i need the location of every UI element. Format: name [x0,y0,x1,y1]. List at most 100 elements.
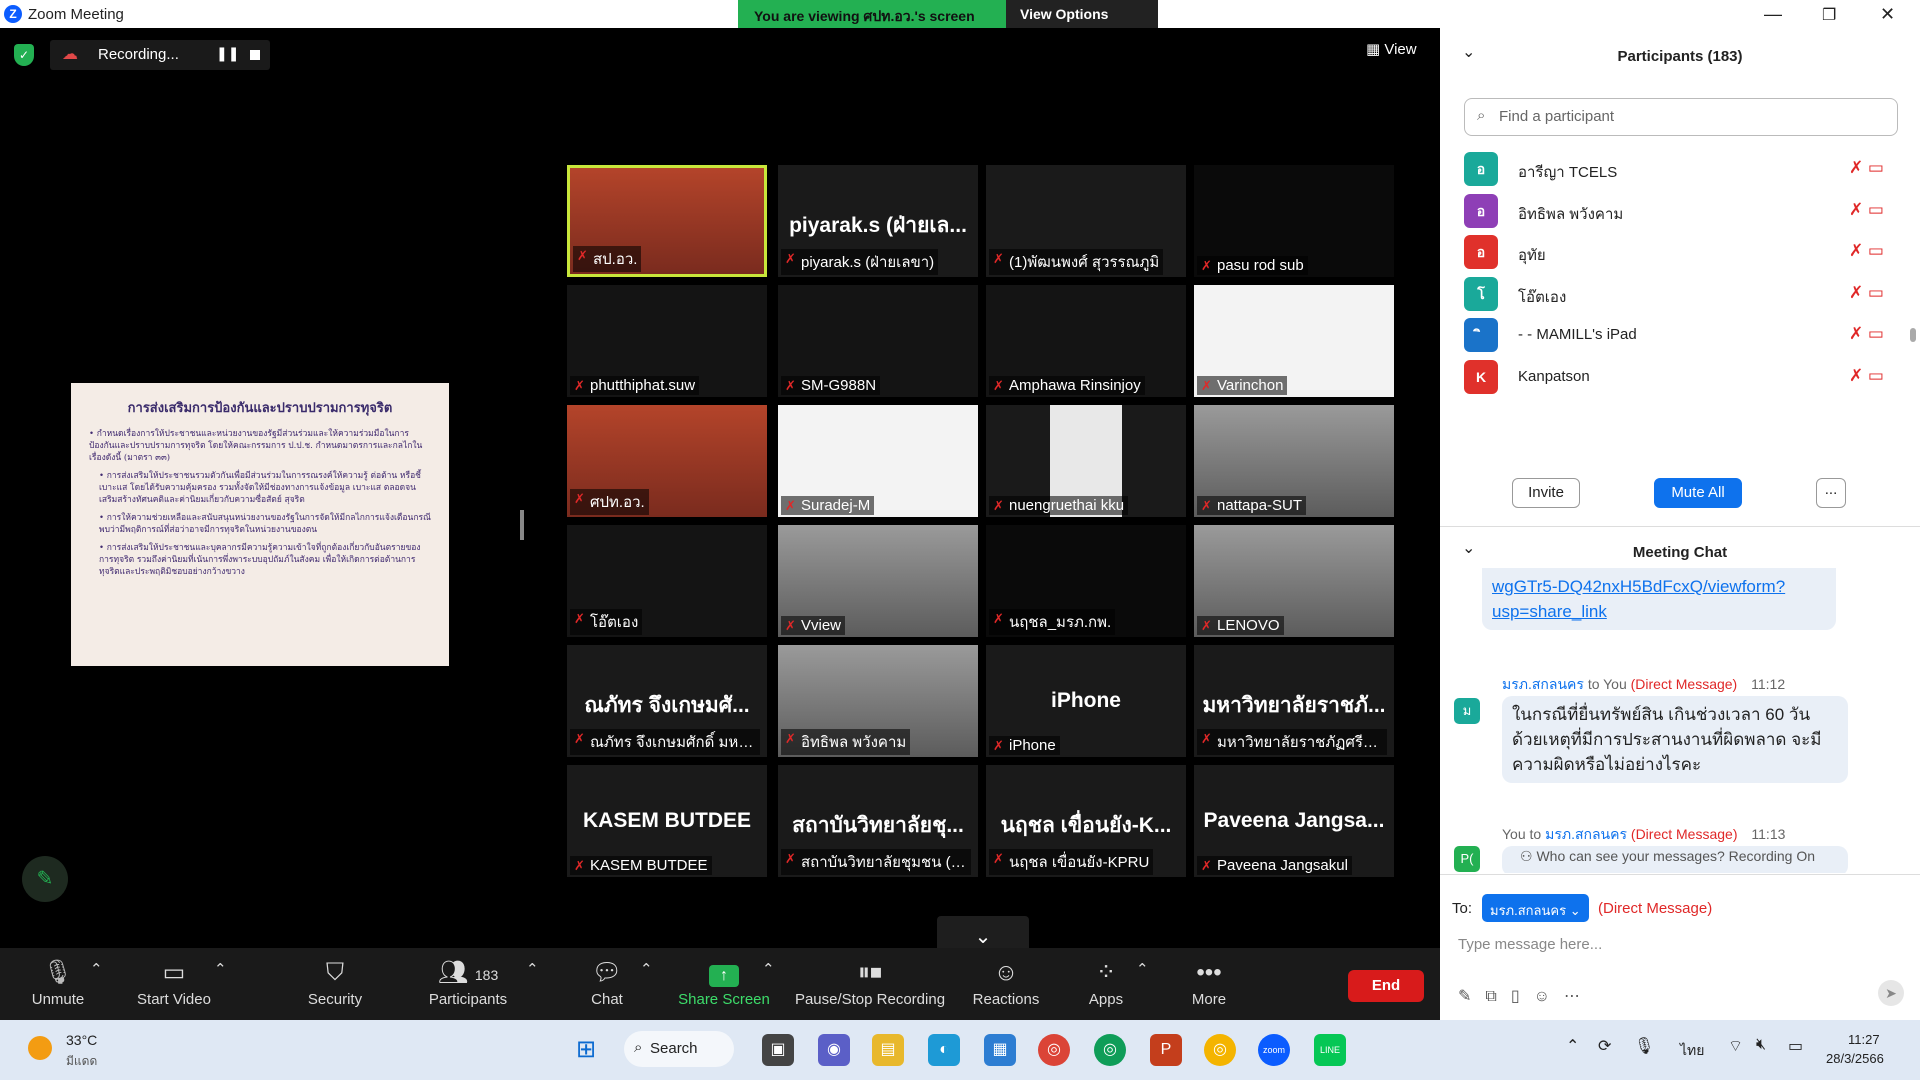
clock-date[interactable]: 28/3/2566 [1826,1051,1884,1066]
video-tile[interactable]: ✗ Vview [778,525,978,637]
video-tile[interactable]: ✗ Varinchon [1194,285,1394,397]
video-tile[interactable]: ✗ nattapa-SUT [1194,405,1394,517]
participant-row[interactable]: อ อิทธิพล พวังคาม ✗ ▭ [1464,192,1884,232]
participant-row[interactable]: อ อุทัย ✗ ▭ [1464,233,1884,273]
clock-time[interactable]: 11:27 [1848,1032,1880,1047]
video-tile[interactable]: iPhone ✗ iPhone [986,645,1186,757]
video-tile[interactable]: ณภัทร จึงเกษมศั... ✗ ณภัทร จึงเกษมศักดิ์ ม… [567,645,767,757]
more-button[interactable]: ••• More [1188,958,1230,1008]
restore-icon[interactable]: ❐ [1822,5,1836,25]
chat-link-line[interactable]: wgGTr5-DQ42nxH5BdFcxQ/viewform? [1492,574,1826,599]
video-tile[interactable]: ✗ (1)พัฒนพงศ์ สุวรรณภูมิ [986,165,1186,277]
encryption-shield-icon[interactable]: ✓ [14,44,34,66]
video-tile[interactable]: นฤชล เขื่อนยัง-K... ✗ นฤชล เขื่อนยัง-KPRU [986,765,1186,877]
taskbar-search[interactable]: ⌕ Search [624,1031,734,1067]
video-tile[interactable]: KASEM BUTDEE ✗ KASEM BUTDEE [567,765,767,877]
smiley-plus-icon: ☺ [993,959,1019,986]
input-language[interactable]: ไทย [1680,1040,1704,1062]
microphone-icon[interactable]: 🎙︎ [1634,1036,1654,1056]
zoom-taskbar-icon[interactable]: zoom [1258,1034,1290,1066]
close-icon[interactable]: ✕ [1880,4,1895,25]
pause-icon[interactable]: ❚❚ [216,45,239,62]
format-icon[interactable]: ✎ [1458,988,1485,1005]
video-tile[interactable]: ✗ LENOVO [1194,525,1394,637]
mute-all-button[interactable]: Mute All [1654,478,1742,508]
video-tile[interactable]: ✗ สป.อว. [567,165,767,277]
speaker-muted-icon[interactable]: 🔇︎ [1756,1036,1766,1054]
participant-row[interactable]: อ อารีญา TCELS ✗ ▭ [1464,150,1884,190]
unmute-button[interactable]: 🎙︎ Unmute [28,958,88,1008]
participant-search-input[interactable]: ⌕ Find a participant [1464,98,1898,136]
splitter-handle[interactable] [520,510,524,540]
participant-row[interactable]: โ โอ๊ตเอง ✗ ▭ [1464,275,1884,315]
tile-name-text: นฤชล เขื่อนยัง-KPRU [1009,854,1150,871]
video-tile[interactable]: ✗ SM-G988N [778,285,978,397]
msg2-recipient[interactable]: มรภ.สกลนคร [1545,826,1627,842]
task-view-icon[interactable]: ▣ [762,1034,794,1066]
participant-scrollbar[interactable] [1910,328,1916,342]
video-tile[interactable]: Paveena Jangsa... ✗ Paveena Jangsakul [1194,765,1394,877]
chrome-icon[interactable]: ◎ [1038,1034,1070,1066]
share-screen-button[interactable]: ↑ Share Screen [676,958,772,1008]
more-options-button[interactable]: ... [1816,478,1846,508]
stop-icon[interactable] [250,50,260,60]
powerpoint-icon[interactable]: P [1150,1034,1182,1066]
start-windows-icon[interactable]: ⊞ [576,1036,604,1064]
line-app-icon[interactable]: LINE [1314,1034,1346,1066]
video-tile[interactable]: ✗ nuengruethai kku [986,405,1186,517]
chrome-profile-icon[interactable]: ◎ [1094,1034,1126,1066]
weather-sun-icon[interactable] [28,1036,52,1060]
apps-button[interactable]: ⁘ Apps [1086,958,1126,1008]
apps-caret[interactable]: ⌃ [1136,960,1149,978]
privacy-notice[interactable]: ⚇ Who can see your messages? Recording O… [1520,848,1815,865]
chat-button[interactable]: 💬︎ Chat [582,958,632,1008]
share-caret[interactable]: ⌃ [762,960,775,978]
start-video-button[interactable]: ▭ Start Video [134,958,214,1008]
chat-link-line[interactable]: usp=share_link [1492,599,1826,624]
participant-row[interactable]: K Kanpatson ✗ ▭ [1464,358,1884,398]
sync-icon[interactable]: ⟳ [1598,1036,1611,1056]
battery-icon[interactable]: ▭ [1788,1036,1803,1056]
chrome-alt-icon[interactable]: ◎ [1204,1034,1236,1066]
video-tile[interactable]: ✗ อิทธิพล พวังคาม [778,645,978,757]
minimize-icon[interactable]: — [1764,4,1782,25]
file-icon[interactable]: ▯ [1511,988,1534,1005]
send-icon[interactable]: ➤ [1878,980,1904,1006]
msg1-sender[interactable]: มรภ.สกลนคร [1502,676,1584,692]
pause-recording-button[interactable]: ⏸︎⏹︎ Pause/Stop Recording [794,958,946,1008]
annotate-pencil-icon[interactable]: ✎ [22,856,68,902]
edge-icon[interactable]: ◐ [928,1034,960,1066]
emoji-icon[interactable]: ☺ [1534,988,1564,1005]
participant-row[interactable]: ิ - - MAMILL's iPad ✗ ▭ [1464,316,1884,356]
video-tile[interactable]: piyarak.s (ฝ่ายเล... ✗ piyarak.s (ฝ่ายเลขา… [778,165,978,277]
tray-chevron-up-icon[interactable]: ⌃ [1566,1036,1579,1056]
audio-options-caret[interactable]: ⌃ [90,960,103,978]
video-tile[interactable]: ✗ Amphawa Rinsinjoy [986,285,1186,397]
video-options-caret[interactable]: ⌃ [214,960,227,978]
video-tile[interactable]: ✗ นฤชล_มรภ.กพ. [986,525,1186,637]
participants-button[interactable]: 👥︎ 183 Participants [426,958,510,1008]
end-button[interactable]: End [1348,970,1424,1002]
wifi-icon[interactable]: ⌔ [1728,1036,1743,1056]
reactions-button[interactable]: ☺ Reactions [970,958,1042,1008]
video-tile[interactable]: ✗ โอ๊ตเอง [567,525,767,637]
chat-caret[interactable]: ⌃ [640,960,653,978]
video-tile[interactable]: ✗ Suradej-M [778,405,978,517]
video-tile[interactable]: ✗ phutthiphat.suw [567,285,767,397]
video-tile[interactable]: มหาวิทยาลัยราชภั... ✗ มหาวิทยาลัยราชภัฏศรี… [1194,645,1394,757]
file-explorer-icon[interactable]: ▤ [872,1034,904,1066]
view-options-button[interactable]: View Options ⌄ [1006,0,1158,38]
video-tile[interactable]: ✗ ศปท.อว. [567,405,767,517]
security-button[interactable]: ⛉ Security [302,958,368,1008]
video-tile[interactable]: สถาบันวิทยาลัยชุ... ✗ สถาบันวิทยาลัยชุมชน … [778,765,978,877]
view-button[interactable]: ▦ View [1366,40,1417,58]
participants-caret[interactable]: ⌃ [526,960,539,978]
teams-chat-icon[interactable]: ◉ [818,1034,850,1066]
chat-input[interactable]: Type message here... [1458,930,1898,960]
screenshot-icon[interactable]: ⧉ [1485,988,1510,1005]
store-icon[interactable]: ▦ [984,1034,1016,1066]
recipient-dropdown[interactable]: มรภ.สกลนคร ⌄ [1482,894,1589,922]
more-dots-icon[interactable]: ⋯ [1564,988,1594,1005]
video-tile[interactable]: ✗ pasu rod sub [1194,165,1394,277]
invite-button[interactable]: Invite [1512,478,1580,508]
